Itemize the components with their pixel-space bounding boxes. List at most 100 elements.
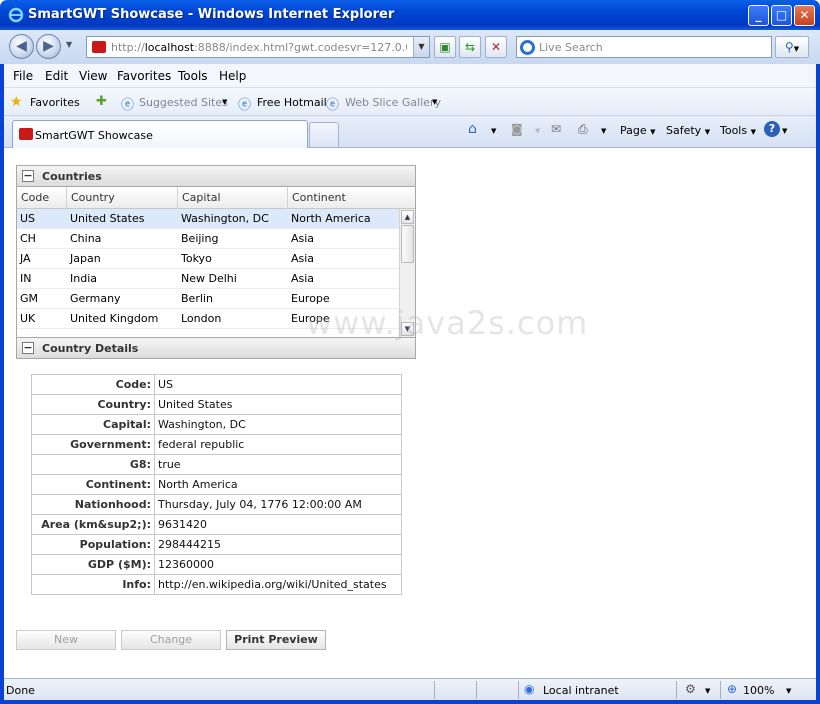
detail-value: 298444215 <box>154 534 402 555</box>
search-options-chevron-icon: ▼ <box>793 45 800 53</box>
page-menu[interactable]: Page ▼ <box>620 124 656 137</box>
status-divider <box>518 681 519 699</box>
stop-button[interactable]: ✕ <box>485 36 507 58</box>
column-header-country[interactable]: Country <box>67 187 178 209</box>
free-hotmail-link[interactable]: Free Hotmail <box>257 96 327 109</box>
scroll-up-icon[interactable]: ▲ <box>401 210 414 224</box>
new-tab-button[interactable] <box>309 122 339 148</box>
compatibility-button[interactable]: ▣ <box>434 36 456 58</box>
title-bar: SmartGWT Showcase - Windows Internet Exp… <box>0 0 820 30</box>
cell-capital: London <box>181 312 222 325</box>
zoom-level[interactable]: 100% <box>743 684 774 697</box>
address-input[interactable]: http://localhost:8888/index.html?gwt.cod… <box>86 36 430 58</box>
menu-view[interactable]: View <box>79 69 107 83</box>
tab-bar: SmartGWT Showcase ⌂ ▼ ◙ ▼ ✉ ⎙ ▼ Page ▼ S… <box>4 116 816 148</box>
recent-pages-chevron-icon[interactable]: ▼ <box>66 40 72 49</box>
cell-country: United States <box>70 212 145 225</box>
menu-file[interactable]: File <box>13 69 33 83</box>
change-button[interactable]: Change <box>121 630 221 650</box>
search-input[interactable]: Live Search <box>516 36 772 58</box>
table-row[interactable]: JA Japan Tokyo Asia <box>17 249 399 269</box>
status-bar: Done ◉ Local intranet ⚙ ▼ ⊕ 100% ▼ <box>4 678 816 700</box>
mail-icon[interactable]: ✉ <box>551 122 561 136</box>
column-header-code[interactable]: Code <box>17 187 67 209</box>
favorites-button[interactable]: Favorites <box>30 96 80 109</box>
detail-label: Info: <box>31 574 155 595</box>
address-dropdown-icon[interactable]: ▼ <box>413 37 429 57</box>
menu-edit[interactable]: Edit <box>45 69 68 83</box>
scroll-thumb[interactable] <box>401 225 414 263</box>
protected-mode-chevron-icon[interactable]: ▼ <box>705 687 710 695</box>
refresh-button[interactable]: ⇆ <box>459 36 481 58</box>
menu-tools[interactable]: Tools <box>178 69 208 83</box>
forward-arrow-icon: ▶ <box>43 38 54 54</box>
safety-menu[interactable]: Safety ▼ <box>666 124 710 137</box>
table-row[interactable]: US United States Washington, DC North Am… <box>17 209 399 229</box>
detail-value: http://en.wikipedia.org/wiki/United_stat… <box>154 574 402 595</box>
section-details-title: Country Details <box>42 342 139 355</box>
feeds-icon[interactable]: ◙ <box>511 122 523 136</box>
collapse-icon[interactable]: − <box>22 170 34 182</box>
protected-mode-icon[interactable]: ⚙ <box>685 682 696 696</box>
detail-row: G8: true <box>31 454 402 475</box>
print-preview-button[interactable]: Print Preview <box>226 630 326 650</box>
tools-menu[interactable]: Tools ▼ <box>720 124 756 137</box>
detail-row: Continent: North America <box>31 474 402 495</box>
cell-code: JA <box>20 252 31 265</box>
table-row[interactable]: CH China Beijing Asia <box>17 229 399 249</box>
web-slice-gallery-link[interactable]: Web Slice Gallery <box>345 96 441 109</box>
add-favorite-icon[interactable]: ✚ <box>96 94 107 109</box>
maximize-button[interactable]: □ <box>771 5 792 26</box>
cell-code: UK <box>20 312 36 325</box>
suggested-sites-chevron-icon[interactable]: ▼ <box>222 98 227 106</box>
cell-continent: Asia <box>291 252 315 265</box>
column-header-capital[interactable]: Capital <box>178 187 288 209</box>
grid-header: Code Country Capital Continent <box>17 187 415 209</box>
section-countries-header[interactable]: − Countries <box>16 165 416 187</box>
print-icon[interactable]: ⎙ <box>578 122 588 137</box>
address-url[interactable]: http://localhost:8888/index.html?gwt.cod… <box>111 41 407 54</box>
detail-label: GDP ($M): <box>31 554 155 575</box>
zoom-chevron-icon[interactable]: ▼ <box>786 687 791 695</box>
compatibility-icon: ▣ <box>439 40 451 54</box>
zoom-icon[interactable]: ⊕ <box>727 682 737 696</box>
cell-continent: North America <box>291 212 371 225</box>
menu-favorites[interactable]: Favorites <box>117 69 171 83</box>
tab-smartgwt-showcase[interactable]: SmartGWT Showcase <box>12 120 308 148</box>
print-chevron-icon[interactable]: ▼ <box>601 127 606 135</box>
help-chevron-icon[interactable]: ▼ <box>782 127 787 135</box>
back-button[interactable]: ◀ <box>9 34 34 59</box>
new-button[interactable]: New <box>16 630 116 650</box>
forward-button[interactable]: ▶ <box>36 34 61 59</box>
local-intranet-icon: ◉ <box>524 682 535 696</box>
menu-help[interactable]: Help <box>219 69 246 83</box>
table-row[interactable]: IN India New Delhi Asia <box>17 269 399 289</box>
detail-row: Nationhood: Thursday, July 04, 1776 12:00… <box>31 494 402 515</box>
web-slice-chevron-icon[interactable]: ▼ <box>432 98 437 106</box>
close-window-button[interactable]: ✕ <box>794 5 815 26</box>
detail-label: Continent: <box>31 474 155 495</box>
detail-label: Code: <box>31 374 155 395</box>
cell-capital: Berlin <box>181 292 213 305</box>
window-title: SmartGWT Showcase - Windows Internet Exp… <box>28 7 395 22</box>
tab-label: SmartGWT Showcase <box>35 129 153 142</box>
collapse-icon[interactable]: − <box>22 342 34 354</box>
detail-value: 9631420 <box>154 514 402 535</box>
feeds-chevron-icon[interactable]: ▼ <box>535 127 540 135</box>
search-button[interactable]: ⚲▼ <box>775 36 809 58</box>
home-chevron-icon[interactable]: ▼ <box>491 127 496 135</box>
country-details-viewer: Code: US Country: United States Capital: Wa… <box>31 374 402 595</box>
menu-bar: File Edit View Favorites Tools Help <box>4 64 816 88</box>
section-countries-title: Countries <box>42 170 102 183</box>
detail-value: US <box>154 374 402 395</box>
help-icon[interactable]: ? <box>764 121 780 137</box>
home-icon[interactable]: ⌂ <box>468 121 477 137</box>
detail-label: Capital: <box>31 414 155 435</box>
detail-label: Nationhood: <box>31 494 155 515</box>
minimize-button[interactable]: _ <box>748 5 769 26</box>
column-header-continent[interactable]: Continent <box>288 187 415 209</box>
cell-capital: Tokyo <box>181 252 212 265</box>
detail-label: G8: <box>31 454 155 475</box>
refresh-icon: ⇆ <box>464 40 476 54</box>
suggested-sites-link[interactable]: Suggested Sites <box>139 96 228 109</box>
